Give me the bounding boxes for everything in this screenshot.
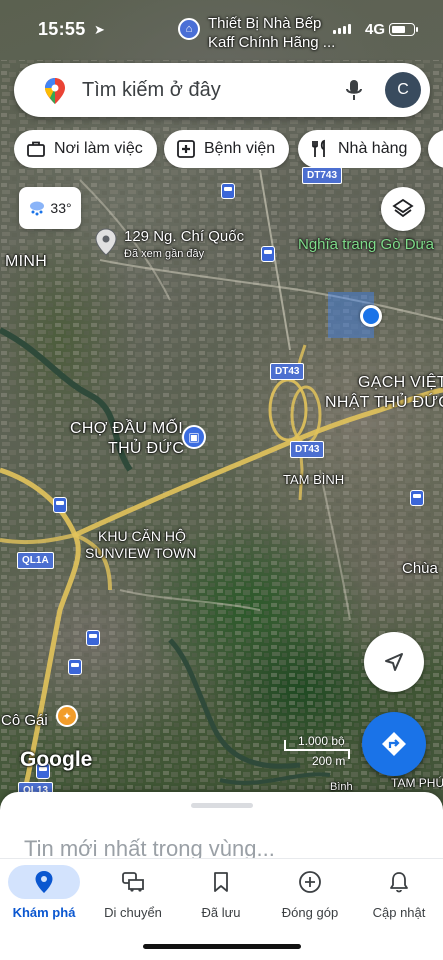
account-avatar[interactable]: C	[385, 72, 421, 108]
poi-kaff-line2: Kaff Chính Hãng ...	[208, 34, 336, 51]
google-attribution: Google	[20, 748, 93, 771]
temple-label: Chùa	[402, 560, 438, 577]
chip-hospital-label: Bệnh viện	[204, 140, 276, 157]
battery-icon	[389, 23, 418, 36]
chip-work[interactable]: Nơi làm việc	[14, 130, 157, 168]
bookmark-icon	[214, 872, 228, 892]
scale-metric: 200 m	[312, 754, 346, 768]
nav-updates[interactable]: Cập nhật	[355, 859, 443, 929]
search-bar[interactable]: Tìm kiếm ở đây C	[14, 63, 430, 117]
nav-commute-label: Di chuyển	[104, 905, 162, 920]
bell-icon	[390, 872, 408, 893]
status-time: 15:55	[38, 19, 86, 39]
area-label-tam-phu: TAM PHÚ	[391, 776, 443, 790]
weather-temperature: 33°	[50, 200, 72, 216]
directions-icon	[382, 732, 406, 756]
location-arrow-icon: ➤	[94, 22, 105, 37]
nav-explore[interactable]: Khám phá	[0, 859, 88, 929]
commute-car-icon	[122, 872, 144, 892]
directions-button[interactable]	[362, 712, 426, 776]
sheet-drag-handle[interactable]	[191, 803, 253, 808]
bus-stop-icon[interactable]	[221, 183, 235, 199]
chip-work-label: Nơi làm việc	[54, 140, 143, 157]
market-label-2: THỦ ĐỨC	[108, 440, 185, 457]
recent-place-sub: Đã xem gần đây	[124, 248, 205, 260]
nav-saved[interactable]: Đã lưu	[177, 859, 265, 929]
road-shield: DT43	[290, 441, 325, 458]
chip-restaurant-label: Nhà hàng	[338, 140, 408, 157]
poi-kaff-line1: Thiết Bị Nhà Bếp	[208, 15, 322, 32]
map-scale: 1.000 bộ 200 m	[284, 734, 354, 768]
recent-place-pin-icon[interactable]	[95, 228, 117, 256]
briefcase-icon	[27, 141, 45, 157]
area-label-minh: MINH	[5, 253, 48, 270]
co-gai-label: Cô Gái	[1, 712, 48, 729]
scale-imperial: 1.000 bộ	[298, 734, 345, 748]
category-chips: Nơi làm việc Bệnh viện Nhà hàng	[14, 130, 443, 168]
road-shield: DT43	[270, 363, 305, 380]
weather-widget[interactable]: 33°	[19, 187, 81, 229]
nav-updates-label: Cập nhật	[372, 905, 426, 920]
my-location-dot[interactable]	[360, 305, 382, 327]
add-circle-icon	[299, 871, 321, 893]
cemetery-label: Nghĩa trang Gò Dưa	[298, 236, 434, 253]
microphone-icon[interactable]	[339, 75, 369, 105]
nav-contribute[interactable]: Đóng góp	[266, 859, 354, 929]
home-indicator[interactable]	[143, 944, 301, 949]
recenter-button[interactable]	[364, 632, 424, 692]
recent-place-label: 129 Ng. Chí Quốc	[124, 228, 245, 245]
weather-icon	[30, 201, 45, 216]
apartment-label-2: SUNVIEW TOWN	[85, 545, 197, 561]
nav-explore-label: Khám phá	[12, 905, 76, 920]
search-input[interactable]: Tìm kiếm ở đây	[82, 79, 221, 102]
market-label-1: CHỢ ĐẦU MỐI	[70, 420, 184, 437]
nav-commute[interactable]: Di chuyển	[89, 859, 177, 929]
layers-icon	[392, 198, 414, 218]
bus-stop-icon[interactable]	[68, 659, 82, 675]
food-pin-icon[interactable]: ✦	[56, 705, 78, 727]
road-shield: QL1A	[17, 552, 54, 569]
nav-contribute-label: Đóng góp	[281, 905, 339, 920]
poi-kaff[interactable]: ⌂ Thiết Bị Nhà Bếp Kaff Chính Hãng ...	[178, 14, 335, 52]
shopping-bag-icon[interactable]: ▣	[182, 425, 206, 449]
apartment-label-1: KHU CĂN HỘ	[98, 528, 186, 544]
hospital-icon	[177, 140, 195, 158]
layers-button[interactable]	[381, 187, 425, 231]
explore-pin-icon	[35, 871, 53, 893]
chip-restaurant[interactable]: Nhà hàng	[298, 130, 422, 168]
restaurant-icon	[312, 139, 325, 157]
gach-viet-label-1: GẠCH VIỆT	[358, 374, 443, 391]
nav-saved-label: Đã lưu	[201, 905, 241, 920]
signal-icon	[333, 24, 351, 34]
chip-hospital[interactable]: Bệnh viện	[164, 130, 290, 168]
navigation-arrow-icon	[385, 653, 403, 671]
shop-pin-icon: ⌂	[178, 18, 200, 40]
network-type: 4G	[364, 21, 385, 38]
area-label-tam-binh: TAM BÌNH	[283, 472, 345, 487]
bus-stop-icon[interactable]	[410, 490, 424, 506]
gach-viet-label-2: NHẬT THỦ ĐỨC	[325, 394, 443, 411]
bus-stop-icon[interactable]	[86, 630, 100, 646]
bus-stop-icon[interactable]	[261, 246, 275, 262]
chip-more[interactable]	[428, 130, 443, 168]
google-maps-logo-icon	[45, 78, 65, 104]
road-shield: DT743	[302, 167, 343, 184]
bus-stop-icon[interactable]	[53, 497, 67, 513]
